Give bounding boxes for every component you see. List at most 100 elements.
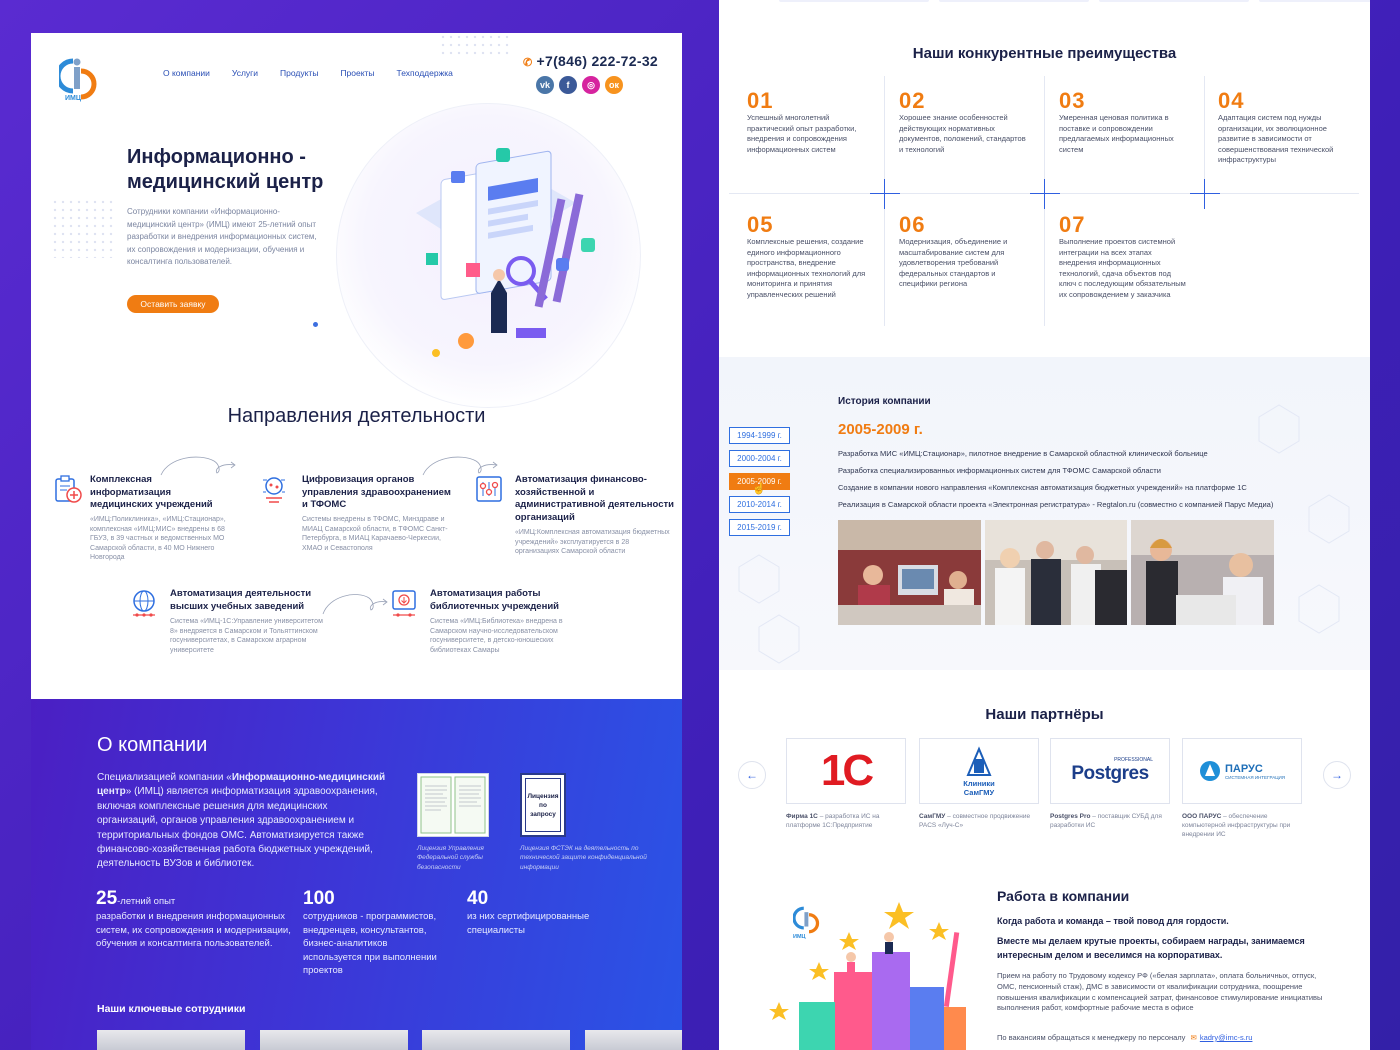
nav-item-services[interactable]: Услуги — [232, 68, 258, 78]
instagram-icon[interactable]: ◎ — [582, 76, 600, 94]
partner-card-samgmu[interactable]: Клиники СамГМУ — [919, 738, 1039, 804]
year-tab[interactable]: 2015-2019 г. — [729, 519, 790, 536]
phone-number[interactable]: ✆ +7(846) 222-72-32 — [523, 53, 658, 69]
globe-network-icon — [133, 590, 155, 617]
advantage-item: 04 Адаптация систем под нужды организации… — [1218, 88, 1334, 164]
advantage-item: 02 Хорошее знание особенностей действующи… — [899, 88, 1026, 154]
company-logo[interactable]: ИМЦ — [55, 53, 103, 105]
year-tab[interactable]: 2010-2014 г. — [729, 496, 790, 513]
directions-title: Направления деятельности — [227, 405, 486, 427]
partner-description: Фирма 1С – разработка ИС на платформе 1С… — [786, 813, 880, 829]
facebook-icon[interactable]: f — [559, 76, 577, 94]
nav-item-products[interactable]: Продукты — [280, 68, 318, 78]
partner-logo: 1С — [820, 746, 874, 795]
digital-head-icon — [263, 477, 285, 503]
history-photo[interactable] — [838, 520, 981, 625]
work-title: Работа в компании — [997, 888, 1130, 904]
history-photo[interactable] — [985, 520, 1127, 625]
stat-experience: 25-летний опыт разработки и внедрения ин… — [96, 888, 291, 949]
social-links: vk f ◎ ок — [536, 76, 623, 94]
about-title: О компании — [97, 734, 208, 756]
history-item: Создание в компании нового направления «… — [838, 483, 1247, 492]
finance-chart-icon — [476, 476, 502, 502]
partner-logo: ПАРУС — [1224, 762, 1263, 775]
work-slogan: Когда работа и команда – твой повод для … — [997, 916, 1229, 926]
partners-next-button[interactable]: → — [1323, 761, 1351, 789]
partner-description: СамГМУ – совместное продвижение PACS «Лу… — [919, 813, 1031, 829]
license-fstek-caption: Лицензия ФСТЭК на деятельность по технич… — [520, 845, 647, 871]
partner-logo-small: СИСТЕМНАЯ ИНТЕГРАЦИЯ — [1224, 774, 1286, 780]
logo-text: ИМЦ — [65, 95, 81, 102]
history-active-year: 2005-2009 г. — [838, 421, 923, 438]
about-section: О компании Специализацией компании «Инфо… — [31, 699, 682, 1050]
hero-illustration — [416, 148, 595, 357]
phone-icon: ✆ — [523, 57, 533, 69]
staff-title: Наши ключевые сотрудники — [97, 1003, 246, 1015]
partners-title: Наши партнёры — [985, 706, 1104, 723]
partner-description: ООО ПАРУС – обеспечение компьютерной инф… — [1182, 813, 1291, 838]
partner-card-1c[interactable]: 1С — [786, 738, 906, 804]
work-contact: По вакансиям обращаться к менеджеру по п… — [997, 1033, 1253, 1042]
history-item: Реализация в Самарской области проекта «… — [838, 500, 1274, 509]
partner-card-postgres[interactable]: PROFESSIONAL Postgres — [1050, 738, 1170, 804]
advantage-item: 01 Успешный многолетний практический опыт… — [747, 88, 857, 154]
advantages-title: Наши конкурентные преимущества — [912, 45, 1177, 62]
odnoklassniki-icon[interactable]: ок — [605, 76, 623, 94]
staff-photo[interactable] — [97, 1030, 245, 1050]
history-item: Разработка МИС «ИМЦ:Стационар», пилотное… — [838, 449, 1208, 458]
request-button[interactable]: Оставить заявку — [127, 295, 219, 313]
left-page: ИМЦ О компании Услуги Продукты Проекты Т… — [31, 33, 682, 1050]
nav-item-support[interactable]: Техподдержка — [397, 68, 453, 78]
cursor-pointer-icon: ☝ — [752, 483, 766, 495]
decor-dot — [313, 322, 318, 327]
library-download-icon — [392, 590, 416, 617]
samgmu-logo-icon — [966, 746, 992, 776]
partners-prev-button[interactable]: ← — [738, 761, 766, 789]
decor-cross — [1190, 179, 1220, 209]
work-illustration — [769, 902, 966, 1050]
year-tab[interactable]: 1994-1999 г. — [729, 427, 790, 444]
history-section: История компании 2005-2009 г. Разработка… — [719, 357, 1370, 670]
right-page: Наши конкурентные преимущества 01 Успешны… — [719, 0, 1370, 1050]
partner-logo: Клиники СамГМУ — [963, 779, 995, 797]
decor-arrow — [160, 456, 236, 476]
decor-dots — [439, 33, 509, 57]
main-nav: О компании Услуги Продукты Проекты Техпо… — [163, 68, 453, 78]
history-item: Разработка специализированных информацио… — [838, 466, 1161, 475]
work-conditions: Прием на работу по Трудовому кодексу РФ … — [997, 971, 1323, 1013]
arrow-left-icon: ← — [746, 768, 758, 782]
arrow-right-icon: → — [1331, 768, 1343, 782]
email-link[interactable]: kadry@imc-s.ru — [1200, 1033, 1253, 1042]
staff-photo[interactable] — [260, 1030, 408, 1050]
hero-description: Сотрудники компании «Информационно-медиц… — [127, 207, 317, 266]
nav-item-about[interactable]: О компании — [163, 68, 210, 78]
vk-icon[interactable]: vk — [536, 76, 554, 94]
history-photo[interactable] — [1131, 520, 1274, 625]
partner-logo: Postgres — [1071, 763, 1149, 784]
staff-photo[interactable] — [585, 1030, 682, 1050]
decor-dots — [51, 198, 113, 258]
advantage-item: 06 Модернизация, объединение и масштабиро… — [899, 212, 1008, 288]
license-fstek-image[interactable]: Лицензия по запросу — [520, 773, 566, 837]
decor-cross — [870, 179, 900, 209]
advantage-item: 05 Комплексные решения, создание единого … — [747, 212, 866, 299]
year-tab[interactable]: 2000-2004 г. — [729, 450, 790, 467]
stat-certified: 40 из них сертифицированные специалисты — [467, 888, 590, 936]
history-title: История компании — [838, 396, 931, 407]
medical-clipboard-icon — [55, 475, 82, 503]
nav-item-projects[interactable]: Проекты — [340, 68, 374, 78]
advantage-item: 03 Умеренная ценовая политика в поставке … — [1059, 88, 1174, 154]
staff-photo[interactable] — [422, 1030, 570, 1050]
decor-topbar — [779, 0, 1370, 2]
mail-icon: ✉ — [1190, 1033, 1197, 1042]
parus-sail-icon — [1199, 761, 1220, 781]
about-text: Специализацией компании «Информационно-м… — [97, 772, 386, 870]
decor-cross — [1030, 179, 1060, 209]
license-fsb-image[interactable] — [417, 773, 489, 837]
decor-arrow — [322, 594, 388, 615]
license-fsb-caption: Лицензия Управления Федеральной службы б… — [417, 845, 484, 871]
partner-card-parus[interactable]: ПАРУС СИСТЕМНАЯ ИНТЕГРАЦИЯ — [1182, 738, 1302, 804]
partner-description: Postgres Pro – поставщик СУБД для разраб… — [1050, 813, 1162, 829]
advantage-item: 07 Выполнение проектов системной интеграц… — [1059, 212, 1186, 299]
hero-title: Информационно - медицинский центр — [127, 146, 324, 193]
